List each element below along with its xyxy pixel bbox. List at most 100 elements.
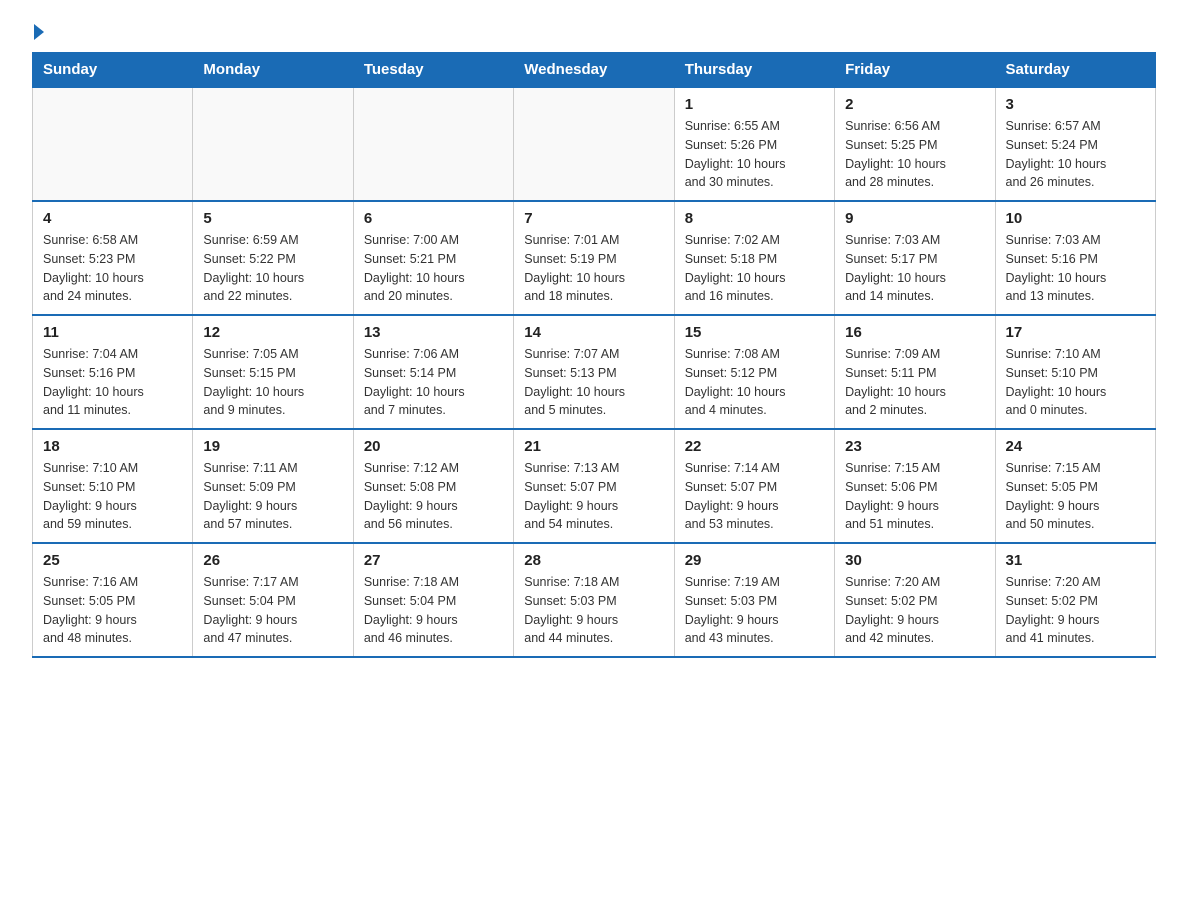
calendar-cell [193, 87, 353, 201]
day-number: 15 [685, 324, 824, 341]
day-number: 9 [845, 210, 984, 227]
calendar-cell: 15 Sunrise: 7:08 AM Sunset: 5:12 PM Dayli… [674, 315, 834, 429]
day-info: Sunrise: 7:06 AM Sunset: 5:14 PM Dayligh… [364, 345, 503, 420]
day-info: Sunrise: 6:57 AM Sunset: 5:24 PM Dayligh… [1006, 117, 1145, 192]
calendar-cell: 3 Sunrise: 6:57 AM Sunset: 5:24 PM Daylig… [995, 87, 1155, 201]
day-number: 12 [203, 324, 342, 341]
calendar-cell: 17 Sunrise: 7:10 AM Sunset: 5:10 PM Dayli… [995, 315, 1155, 429]
calendar-cell: 29Sunrise: 7:19 AM Sunset: 5:03 PM Dayli… [674, 543, 834, 657]
weekday-header-sunday: Sunday [33, 53, 193, 88]
calendar-cell: 12 Sunrise: 7:05 AM Sunset: 5:15 PM Dayli… [193, 315, 353, 429]
calendar-cell: 13Sunrise: 7:06 AM Sunset: 5:14 PM Dayli… [353, 315, 513, 429]
day-info: Sunrise: 7:02 AM Sunset: 5:18 PM Dayligh… [685, 231, 824, 306]
day-number: 27 [364, 552, 503, 569]
day-number: 25 [43, 552, 182, 569]
calendar-cell: 20Sunrise: 7:12 AM Sunset: 5:08 PM Dayli… [353, 429, 513, 543]
day-number: 24 [1006, 438, 1145, 455]
calendar-cell: 9 Sunrise: 7:03 AM Sunset: 5:17 PM Daylig… [835, 201, 995, 315]
calendar-week-row: 25Sunrise: 7:16 AM Sunset: 5:05 PM Dayli… [33, 543, 1156, 657]
calendar-body: 1Sunrise: 6:55 AM Sunset: 5:26 PM Daylig… [33, 87, 1156, 657]
day-number: 16 [845, 324, 984, 341]
day-number: 21 [524, 438, 663, 455]
calendar-cell: 6 Sunrise: 7:00 AM Sunset: 5:21 PM Daylig… [353, 201, 513, 315]
calendar-cell: 22 Sunrise: 7:14 AM Sunset: 5:07 PM Dayli… [674, 429, 834, 543]
day-number: 5 [203, 210, 342, 227]
calendar-cell [514, 87, 674, 201]
calendar-cell: 4Sunrise: 6:58 AM Sunset: 5:23 PM Daylig… [33, 201, 193, 315]
day-number: 17 [1006, 324, 1145, 341]
day-info: Sunrise: 7:08 AM Sunset: 5:12 PM Dayligh… [685, 345, 824, 420]
calendar-cell: 10Sunrise: 7:03 AM Sunset: 5:16 PM Dayli… [995, 201, 1155, 315]
day-info: Sunrise: 7:03 AM Sunset: 5:16 PM Dayligh… [1006, 231, 1145, 306]
calendar-cell: 25Sunrise: 7:16 AM Sunset: 5:05 PM Dayli… [33, 543, 193, 657]
calendar-cell: 14 Sunrise: 7:07 AM Sunset: 5:13 PM Dayli… [514, 315, 674, 429]
day-info: Sunrise: 6:56 AM Sunset: 5:25 PM Dayligh… [845, 117, 984, 192]
day-number: 14 [524, 324, 663, 341]
calendar-cell: 11 Sunrise: 7:04 AM Sunset: 5:16 PM Dayli… [33, 315, 193, 429]
day-info: Sunrise: 7:05 AM Sunset: 5:15 PM Dayligh… [203, 345, 342, 420]
weekday-header-tuesday: Tuesday [353, 53, 513, 88]
calendar-cell: 31 Sunrise: 7:20 AM Sunset: 5:02 PM Dayli… [995, 543, 1155, 657]
day-info: Sunrise: 7:20 AM Sunset: 5:02 PM Dayligh… [1006, 573, 1145, 648]
calendar-cell: 26Sunrise: 7:17 AM Sunset: 5:04 PM Dayli… [193, 543, 353, 657]
calendar-week-row: 11 Sunrise: 7:04 AM Sunset: 5:16 PM Dayli… [33, 315, 1156, 429]
day-info: Sunrise: 7:01 AM Sunset: 5:19 PM Dayligh… [524, 231, 663, 306]
day-info: Sunrise: 7:19 AM Sunset: 5:03 PM Dayligh… [685, 573, 824, 648]
calendar-cell: 21 Sunrise: 7:13 AM Sunset: 5:07 PM Dayli… [514, 429, 674, 543]
weekday-header-monday: Monday [193, 53, 353, 88]
day-number: 23 [845, 438, 984, 455]
weekday-header-friday: Friday [835, 53, 995, 88]
day-info: Sunrise: 7:07 AM Sunset: 5:13 PM Dayligh… [524, 345, 663, 420]
calendar-cell: 24 Sunrise: 7:15 AM Sunset: 5:05 PM Dayli… [995, 429, 1155, 543]
day-number: 2 [845, 96, 984, 113]
day-number: 11 [43, 324, 182, 341]
day-number: 1 [685, 96, 824, 113]
day-info: Sunrise: 7:18 AM Sunset: 5:03 PM Dayligh… [524, 573, 663, 648]
day-number: 22 [685, 438, 824, 455]
logo [32, 24, 44, 34]
day-info: Sunrise: 7:00 AM Sunset: 5:21 PM Dayligh… [364, 231, 503, 306]
calendar-week-row: 1Sunrise: 6:55 AM Sunset: 5:26 PM Daylig… [33, 87, 1156, 201]
day-info: Sunrise: 7:03 AM Sunset: 5:17 PM Dayligh… [845, 231, 984, 306]
calendar-cell: 27 Sunrise: 7:18 AM Sunset: 5:04 PM Dayli… [353, 543, 513, 657]
day-info: Sunrise: 7:18 AM Sunset: 5:04 PM Dayligh… [364, 573, 503, 648]
day-number: 18 [43, 438, 182, 455]
day-info: Sunrise: 7:20 AM Sunset: 5:02 PM Dayligh… [845, 573, 984, 648]
day-info: Sunrise: 7:13 AM Sunset: 5:07 PM Dayligh… [524, 459, 663, 534]
day-info: Sunrise: 7:10 AM Sunset: 5:10 PM Dayligh… [1006, 345, 1145, 420]
day-number: 26 [203, 552, 342, 569]
calendar-cell: 1Sunrise: 6:55 AM Sunset: 5:26 PM Daylig… [674, 87, 834, 201]
day-info: Sunrise: 7:04 AM Sunset: 5:16 PM Dayligh… [43, 345, 182, 420]
calendar-cell: 19Sunrise: 7:11 AM Sunset: 5:09 PM Dayli… [193, 429, 353, 543]
day-info: Sunrise: 7:09 AM Sunset: 5:11 PM Dayligh… [845, 345, 984, 420]
day-info: Sunrise: 7:12 AM Sunset: 5:08 PM Dayligh… [364, 459, 503, 534]
calendar-cell: 7 Sunrise: 7:01 AM Sunset: 5:19 PM Daylig… [514, 201, 674, 315]
calendar-cell: 23 Sunrise: 7:15 AM Sunset: 5:06 PM Dayli… [835, 429, 995, 543]
day-info: Sunrise: 6:58 AM Sunset: 5:23 PM Dayligh… [43, 231, 182, 306]
calendar-cell: 18 Sunrise: 7:10 AM Sunset: 5:10 PM Dayli… [33, 429, 193, 543]
day-info: Sunrise: 7:10 AM Sunset: 5:10 PM Dayligh… [43, 459, 182, 534]
calendar-table: SundayMondayTuesdayWednesdayThursdayFrid… [32, 52, 1156, 658]
calendar-cell: 5 Sunrise: 6:59 AM Sunset: 5:22 PM Daylig… [193, 201, 353, 315]
calendar-cell [33, 87, 193, 201]
day-info: Sunrise: 6:59 AM Sunset: 5:22 PM Dayligh… [203, 231, 342, 306]
calendar-cell: 28 Sunrise: 7:18 AM Sunset: 5:03 PM Dayli… [514, 543, 674, 657]
day-number: 6 [364, 210, 503, 227]
calendar-cell: 30 Sunrise: 7:20 AM Sunset: 5:02 PM Dayli… [835, 543, 995, 657]
day-info: Sunrise: 7:11 AM Sunset: 5:09 PM Dayligh… [203, 459, 342, 534]
logo-arrow-icon [34, 24, 44, 40]
calendar-week-row: 18 Sunrise: 7:10 AM Sunset: 5:10 PM Dayli… [33, 429, 1156, 543]
day-number: 31 [1006, 552, 1145, 569]
day-number: 28 [524, 552, 663, 569]
day-number: 30 [845, 552, 984, 569]
day-number: 7 [524, 210, 663, 227]
calendar-header: SundayMondayTuesdayWednesdayThursdayFrid… [33, 53, 1156, 88]
day-info: Sunrise: 7:14 AM Sunset: 5:07 PM Dayligh… [685, 459, 824, 534]
day-info: Sunrise: 7:15 AM Sunset: 5:05 PM Dayligh… [1006, 459, 1145, 534]
weekday-header-thursday: Thursday [674, 53, 834, 88]
day-number: 8 [685, 210, 824, 227]
day-number: 3 [1006, 96, 1145, 113]
calendar-cell: 2 Sunrise: 6:56 AM Sunset: 5:25 PM Daylig… [835, 87, 995, 201]
day-info: Sunrise: 7:15 AM Sunset: 5:06 PM Dayligh… [845, 459, 984, 534]
calendar-week-row: 4Sunrise: 6:58 AM Sunset: 5:23 PM Daylig… [33, 201, 1156, 315]
